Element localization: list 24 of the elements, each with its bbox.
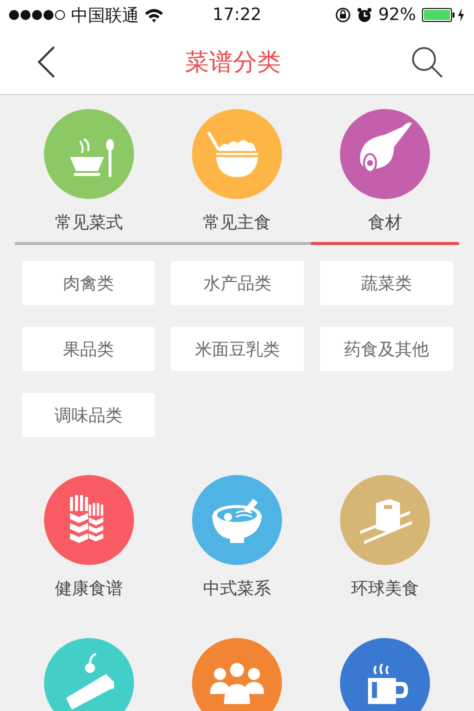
signal-icon (8, 9, 66, 21)
category-tab[interactable]: 食材 (311, 95, 459, 245)
battery-charging-icon (422, 7, 466, 23)
category-item[interactable]: 环球美食 (311, 475, 459, 600)
clock-time: 17:22 (212, 5, 262, 25)
ingredient-chip[interactable]: 米面豆乳类 (171, 327, 304, 371)
page-title: 菜谱分类 (185, 47, 281, 78)
category-item[interactable]: 中式菜系 (163, 475, 311, 600)
wifi-icon (144, 8, 164, 22)
battery-percent: 92% (378, 5, 416, 25)
ingredient-chip[interactable]: 肉禽类 (22, 261, 155, 305)
rotation-lock-icon (335, 7, 352, 23)
ingredient-chip[interactable]: 果品类 (22, 327, 155, 371)
category-tab[interactable]: 常见主食 (163, 95, 311, 245)
carrier-name: 中国联通 (71, 4, 139, 26)
ingredient-chip[interactable]: 药食及其他 (320, 327, 453, 371)
category-tab[interactable]: 常见菜式 (15, 95, 163, 245)
back-button[interactable] (36, 45, 56, 79)
ingredient-chip[interactable]: 蔬菜类 (320, 261, 453, 305)
ingredient-chip[interactable]: 水产品类 (171, 261, 304, 305)
ingredient-chip[interactable]: 调味品类 (22, 393, 155, 437)
category-item[interactable]: 健康食谱 (15, 475, 163, 600)
alarm-icon (357, 7, 372, 23)
search-button[interactable] (410, 45, 444, 79)
